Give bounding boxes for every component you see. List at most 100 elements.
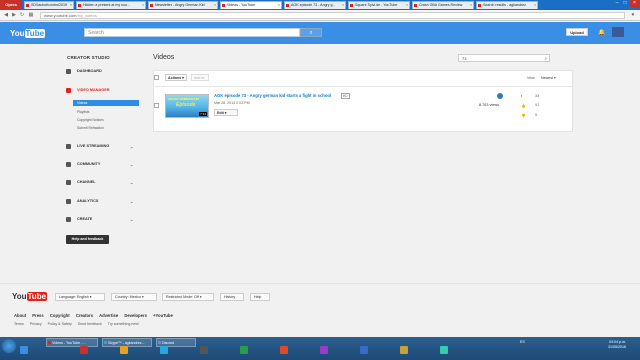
footer-link-policy[interactable]: Policy & Safety xyxy=(48,322,72,326)
sidebar-subitem-submit-refraction[interactable]: Submit Refraction xyxy=(77,125,147,131)
video-row-checkbox[interactable] xyxy=(154,103,159,108)
actions-dropdown[interactable]: Actions ▾ xyxy=(165,74,187,81)
language-indicator[interactable]: ES xyxy=(520,340,525,344)
speed-dial-icon[interactable]: ▦ xyxy=(28,12,34,18)
close-icon[interactable]: × xyxy=(342,2,344,9)
sidebar-item-create[interactable]: CREATE ⌄ xyxy=(66,215,146,224)
likes-stat[interactable]: 👍 91 xyxy=(521,103,539,108)
app-icon[interactable] xyxy=(440,346,448,354)
app-icon[interactable] xyxy=(280,346,288,354)
app-icon[interactable] xyxy=(320,346,328,354)
browser-menu-button[interactable]: Opera xyxy=(0,0,22,10)
language-button[interactable]: Language: English ▾ xyxy=(55,293,105,301)
sidebar-item-channel[interactable]: CHANNEL ⌄ xyxy=(66,178,146,187)
footer-youtube-logo[interactable]: YouTube xyxy=(12,292,48,301)
system-clock[interactable]: 03:04 p.m. 31/05/2016 xyxy=(608,340,626,350)
search-icon[interactable]: ⌕ xyxy=(544,55,547,62)
browser-tab[interactable]: Newsletter - Angry German Kid × xyxy=(148,1,218,9)
thumbnail-episode: Episode xyxy=(176,102,196,108)
add-to-button[interactable]: Add to xyxy=(191,74,209,81)
chevron-down-icon: ⌄ xyxy=(130,162,134,167)
start-button[interactable] xyxy=(2,339,16,353)
video-thumbnail[interactable]: ANGRY GERMAN KID Episode 7:31 xyxy=(165,94,209,118)
browser-tab[interactable]: Square Sylvi.de - YouTube × xyxy=(348,1,410,9)
sidebar-subitem-playlists[interactable]: Playlists xyxy=(77,109,147,115)
close-icon[interactable]: × xyxy=(470,2,472,9)
footer-link-creators[interactable]: Creators xyxy=(76,313,93,318)
forward-icon[interactable]: ▶ xyxy=(11,12,17,18)
select-all-checkbox[interactable] xyxy=(154,75,159,80)
search-button[interactable]: ⌕ xyxy=(300,28,322,37)
video-duration: 7:31 xyxy=(199,112,207,116)
dislikes-count: 5 xyxy=(535,113,538,117)
comments-stat[interactable]: ▪ 33 xyxy=(521,94,539,98)
dislikes-stat[interactable]: 👎 5 xyxy=(521,113,537,118)
footer-link-privacy[interactable]: Privacy xyxy=(30,322,42,326)
sidebar-item-community[interactable]: COMMUNITY ⌄ xyxy=(66,160,146,169)
upload-button[interactable]: Upload xyxy=(566,28,588,36)
footer-link-terms[interactable]: Terms xyxy=(14,322,24,326)
browser-tab[interactable]: Hidden a present at my sou... × xyxy=(76,1,146,9)
video-title-link[interactable]: AGK episode 73 - Angry german kid starts… xyxy=(214,93,331,98)
browser-tab[interactable]: SDSautoelcontrol2019 × xyxy=(24,1,74,9)
view-dropdown[interactable]: View xyxy=(527,76,535,80)
help-button[interactable]: Help xyxy=(250,293,270,301)
url-field[interactable]: www.youtube.com/my_videos xyxy=(40,12,625,19)
close-icon[interactable]: × xyxy=(278,2,280,9)
browser-tab-active[interactable]: Videos - YouTube × xyxy=(220,1,282,9)
search-videos-input[interactable]: 73 ⌕ xyxy=(458,54,550,62)
opera-quick-icon[interactable] xyxy=(80,346,88,354)
window-close-icon[interactable]: × xyxy=(629,0,640,7)
skype-quick-icon[interactable] xyxy=(160,346,168,354)
help-and-feedback-button[interactable]: Help and feedback xyxy=(66,235,109,244)
country-button[interactable]: Country: Mexico ▾ xyxy=(111,293,157,301)
reload-icon[interactable]: ↻ xyxy=(19,12,25,18)
footer-link-try-new[interactable]: Try something new! xyxy=(108,322,139,326)
browser-tab[interactable]: Crash GBA Games Review × xyxy=(412,1,474,9)
sidebar-item-live-streaming[interactable]: LIVE STREAMING ⌄ xyxy=(66,142,146,151)
notifications-bell-icon[interactable]: 🔔 xyxy=(598,29,605,36)
footer-link-press[interactable]: Press xyxy=(32,313,43,318)
close-icon[interactable]: × xyxy=(214,2,216,9)
close-icon[interactable]: × xyxy=(406,2,408,9)
chevron-down-icon: ⌄ xyxy=(130,180,134,185)
taskbar-item[interactable]: Videos - YouTube - ... xyxy=(46,338,98,347)
minimize-icon[interactable]: – xyxy=(613,0,621,7)
footer-link-about[interactable]: About xyxy=(14,313,26,318)
app-icon[interactable] xyxy=(360,346,368,354)
sidebar-subitem-videos[interactable]: Videos xyxy=(73,100,139,106)
account-avatar[interactable] xyxy=(612,27,624,37)
chevron-down-icon: ⌄ xyxy=(130,217,134,222)
browser-tab[interactable]: Search results - agkandrez × xyxy=(476,1,538,9)
restricted-mode-button[interactable]: Restricted Mode: Off ▾ xyxy=(162,293,214,301)
footer-link-copyright[interactable]: Copyright xyxy=(50,313,70,318)
footer-link-developers[interactable]: Developers xyxy=(124,313,147,318)
close-icon[interactable]: × xyxy=(534,2,536,9)
sort-dropdown[interactable]: Newest ▾ xyxy=(541,76,556,80)
explorer-icon[interactable] xyxy=(120,346,128,354)
back-icon[interactable]: ◀ xyxy=(3,12,9,18)
search-videos-value: 73 xyxy=(462,56,467,61)
ie-icon[interactable] xyxy=(20,346,28,354)
window-controls: – □ × xyxy=(613,0,640,8)
history-button[interactable]: History xyxy=(220,293,244,301)
footer-links-secondary: Terms Privacy Policy & Safety Send feedb… xyxy=(14,322,144,326)
close-icon[interactable]: × xyxy=(142,2,144,9)
sidebar-item-dashboard[interactable]: DASHBOARD xyxy=(66,67,146,76)
app-icon[interactable] xyxy=(200,346,208,354)
browser-tab[interactable]: AGK episode 73 - Angry g... × xyxy=(284,1,346,9)
sidebar-subitem-copyright-notices[interactable]: Copyright Notices xyxy=(77,117,147,123)
sidebar-item-video-manager[interactable]: VIDEO MANAGER xyxy=(66,86,146,95)
edit-button[interactable]: Edit ▾ xyxy=(214,109,238,116)
app-icon[interactable] xyxy=(400,346,408,354)
app-icon[interactable] xyxy=(240,346,248,354)
sidebar-item-analytics[interactable]: ANALYTICS ⌄ xyxy=(66,197,146,206)
bookmark-icon[interactable]: ♥ xyxy=(630,12,636,18)
youtube-logo[interactable]: YouTube xyxy=(10,29,46,38)
close-icon[interactable]: × xyxy=(70,2,72,9)
footer-link-plus-youtube[interactable]: +YouTube xyxy=(153,313,173,318)
footer-link-feedback[interactable]: Send feedback xyxy=(78,322,102,326)
maximize-icon[interactable]: □ xyxy=(621,0,629,7)
footer-link-advertise[interactable]: Advertise xyxy=(99,313,118,318)
search-input[interactable]: Search xyxy=(84,28,300,37)
